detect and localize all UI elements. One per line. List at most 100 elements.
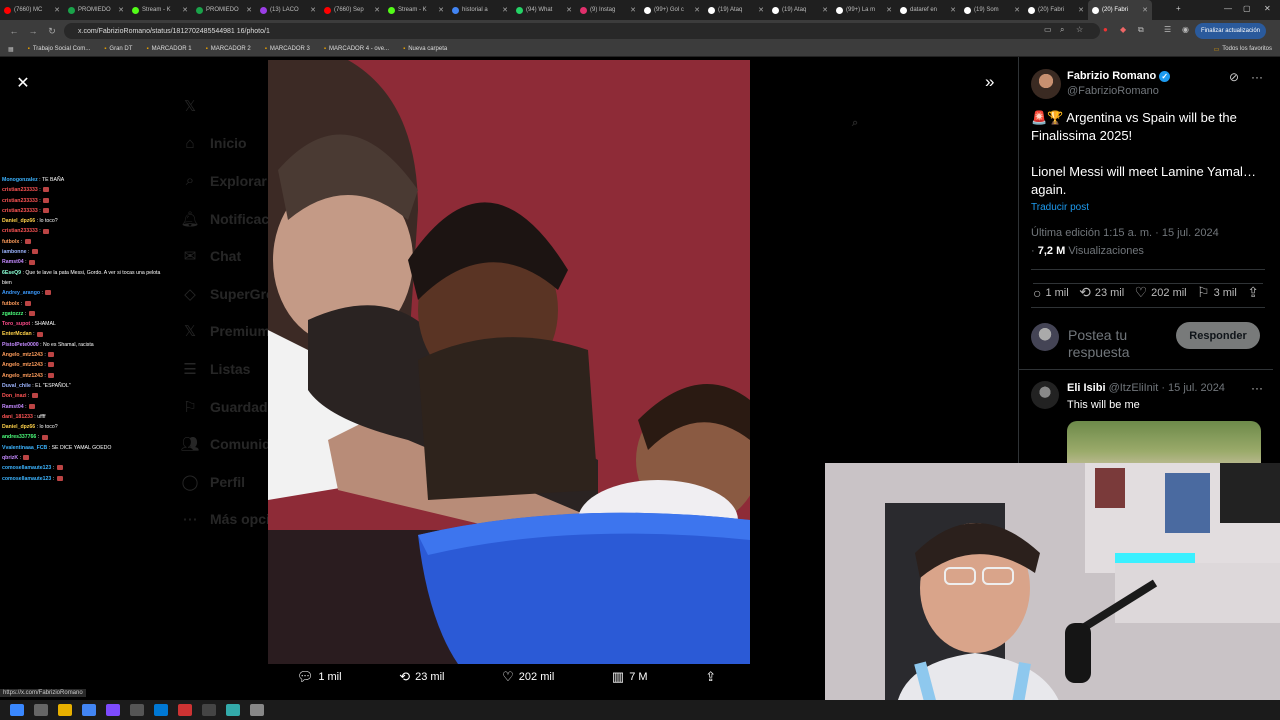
chat-username[interactable]: 6EseQ9 bbox=[2, 270, 21, 276]
bookmark-item[interactable]: ▪ MARCADOR 2 bbox=[206, 46, 251, 52]
reply-action[interactable]: 💬︎ 1 mil bbox=[297, 669, 342, 685]
all-bookmarks[interactable]: ▭ Todos los favoritos bbox=[1214, 46, 1272, 53]
chat-username[interactable]: comosellamaute123 bbox=[2, 465, 51, 471]
browser-tab[interactable]: (94) What ✕ bbox=[512, 0, 576, 20]
bookmark-item[interactable]: ▪ MARCADOR 3 bbox=[265, 46, 310, 52]
browser-tab[interactable]: (13) LACO ✕ bbox=[256, 0, 320, 20]
browser-tab[interactable]: (7660) MC ✕ bbox=[0, 0, 64, 20]
avatar[interactable] bbox=[1031, 69, 1061, 99]
bookmark-item[interactable]: ▪ MARCADOR 1 bbox=[146, 46, 191, 52]
app-icon[interactable] bbox=[154, 704, 168, 716]
tab-close-icon[interactable]: ✕ bbox=[182, 6, 188, 14]
edited-timestamp[interactable]: Última edición 1:15 a. m. · 15 jul. 2024 bbox=[1031, 227, 1219, 239]
browser-tab[interactable]: PROMIEDO ✕ bbox=[64, 0, 128, 20]
chat-username[interactable]: EnterMcdan bbox=[2, 331, 32, 337]
window-close-button[interactable]: ✕ bbox=[1264, 4, 1271, 13]
chat-username[interactable]: Ramst04 bbox=[2, 404, 24, 410]
tab-close-icon[interactable]: ✕ bbox=[118, 6, 124, 14]
tab-close-icon[interactable]: ✕ bbox=[694, 6, 700, 14]
tab-close-icon[interactable]: ✕ bbox=[502, 6, 508, 14]
reload-icon[interactable]: ↻ bbox=[47, 26, 57, 37]
update-button[interactable]: Finalizar actualización bbox=[1194, 23, 1266, 39]
tab-close-icon[interactable]: ✕ bbox=[438, 6, 444, 14]
bookmark-stat[interactable]: ⚐ 3 mil bbox=[1197, 284, 1237, 301]
chat-username[interactable]: andres337766 bbox=[2, 434, 36, 440]
app-icon[interactable] bbox=[202, 704, 216, 716]
tab-close-icon[interactable]: ✕ bbox=[950, 6, 956, 14]
chat-username[interactable]: Daniel_dpz66 bbox=[2, 218, 35, 224]
folder-icon[interactable] bbox=[58, 704, 72, 716]
translate-post-link[interactable]: Traducir post bbox=[1031, 202, 1089, 213]
browser-tab[interactable]: (20) Fabri ✕ bbox=[1088, 0, 1152, 20]
cast-icon[interactable]: ▭ bbox=[1044, 25, 1052, 34]
author-handle[interactable]: @FabrizioRomano bbox=[1067, 85, 1159, 97]
more-options-icon[interactable]: ··· bbox=[1251, 381, 1263, 395]
app-icon[interactable] bbox=[130, 704, 144, 716]
author-name[interactable]: Fabrizio Romano ✓ bbox=[1067, 70, 1171, 82]
browser-tab[interactable]: (19) Ataq ✕ bbox=[768, 0, 832, 20]
reply-stat[interactable]: ○ 1 mil bbox=[1033, 284, 1069, 301]
chat-username[interactable]: Andrey_arango bbox=[2, 290, 40, 296]
chat-username[interactable]: zgatozzz bbox=[2, 311, 23, 317]
browser-tab[interactable]: dataref en ✕ bbox=[896, 0, 960, 20]
reply-author[interactable]: Eli Isibi @ItzEliInit · 15 jul. 2024 bbox=[1067, 382, 1225, 394]
chat-username[interactable]: cristian233333 bbox=[2, 187, 38, 193]
avatar[interactable] bbox=[1031, 381, 1059, 409]
browser-tab[interactable]: historial a ✕ bbox=[448, 0, 512, 20]
chat-username[interactable]: qbrizK bbox=[2, 455, 18, 461]
grok-icon[interactable]: ⊘ bbox=[1229, 70, 1239, 84]
reading-list-icon[interactable]: ☰ bbox=[1164, 25, 1171, 34]
tab-close-icon[interactable]: ✕ bbox=[1078, 6, 1084, 14]
app-icon[interactable] bbox=[250, 704, 264, 716]
chat-username[interactable]: cristian233333 bbox=[2, 198, 38, 204]
retweet-stat[interactable]: ⟲ 23 mil bbox=[1079, 284, 1124, 301]
chat-username[interactable]: Daniel_dpz66 bbox=[2, 424, 35, 430]
reply-input[interactable]: Postea tu respuesta bbox=[1068, 327, 1168, 359]
extensions-puzzle-icon[interactable]: ⧉ bbox=[1138, 25, 1144, 35]
browser-tab[interactable]: Stream - K ✕ bbox=[384, 0, 448, 20]
chat-username[interactable]: Angelo_mtz1243 bbox=[2, 373, 43, 379]
url-field[interactable]: x.com/FabrizioRomano/status/181270248554… bbox=[64, 23, 1100, 39]
extension-icon[interactable]: ◆ bbox=[1120, 25, 1126, 34]
browser-tab[interactable]: (19) Ataq ✕ bbox=[704, 0, 768, 20]
chat-username[interactable]: comosellamaute123 bbox=[2, 476, 51, 482]
chat-username[interactable]: Angelo_mtz1243 bbox=[2, 352, 43, 358]
minimize-button[interactable]: — bbox=[1224, 4, 1232, 13]
chat-username[interactable]: Vvalentinaaa_FCB bbox=[2, 445, 47, 451]
chat-username[interactable]: dani_181233 bbox=[2, 414, 33, 420]
close-icon[interactable]: ✕ bbox=[14, 73, 32, 93]
chat-username[interactable]: Ramst04 bbox=[2, 259, 24, 265]
browser-tab[interactable]: (7660) Sep ✕ bbox=[320, 0, 384, 20]
chat-username[interactable]: Toro_supot bbox=[2, 321, 30, 327]
like-stat[interactable]: ♡ 202 mil bbox=[1135, 284, 1187, 301]
browser-tab[interactable]: PROMIEDO ✕ bbox=[192, 0, 256, 20]
bookmark-item[interactable]: ▪ Trabajo Social Com... bbox=[28, 46, 91, 52]
chat-username[interactable]: cristian233333 bbox=[2, 228, 38, 234]
bookmark-item[interactable]: ▪ Gran DT bbox=[104, 46, 132, 52]
share-action[interactable]: ⇪ bbox=[705, 669, 721, 685]
profile-icon[interactable]: ◉ bbox=[1182, 25, 1189, 34]
tab-close-icon[interactable]: ✕ bbox=[246, 6, 252, 14]
browser-tab[interactable]: (19) Som ✕ bbox=[960, 0, 1024, 20]
views-action[interactable]: ▥ 7 M bbox=[612, 669, 648, 685]
chat-username[interactable]: cristian233333 bbox=[2, 208, 38, 214]
tab-close-icon[interactable]: ✕ bbox=[54, 6, 60, 14]
start-icon[interactable] bbox=[10, 704, 24, 716]
app-icon[interactable] bbox=[178, 704, 192, 716]
tab-close-icon[interactable]: ✕ bbox=[566, 6, 572, 14]
chrome-icon[interactable] bbox=[82, 704, 96, 716]
forward-icon[interactable]: → bbox=[28, 26, 38, 36]
app-icon[interactable] bbox=[226, 704, 240, 716]
tab-close-icon[interactable]: ✕ bbox=[822, 6, 828, 14]
more-options-icon[interactable]: ··· bbox=[1251, 70, 1263, 84]
share-stat[interactable]: ⇪ bbox=[1247, 284, 1263, 301]
like-action[interactable]: ♡ 202 mil bbox=[502, 669, 554, 685]
retweet-action[interactable]: ⟲ 23 mil bbox=[399, 669, 444, 685]
zoom-icon[interactable]: ⌕ bbox=[1060, 25, 1064, 35]
chat-username[interactable]: iambonne bbox=[2, 249, 27, 255]
browser-tab[interactable]: (99+) Gol c ✕ bbox=[640, 0, 704, 20]
chat-username[interactable]: Monogonzalez bbox=[2, 177, 38, 183]
new-tab-button[interactable]: + bbox=[1176, 4, 1181, 13]
star-icon[interactable]: ☆ bbox=[1076, 25, 1083, 34]
browser-tab[interactable]: (20) Fabri ✕ bbox=[1024, 0, 1088, 20]
